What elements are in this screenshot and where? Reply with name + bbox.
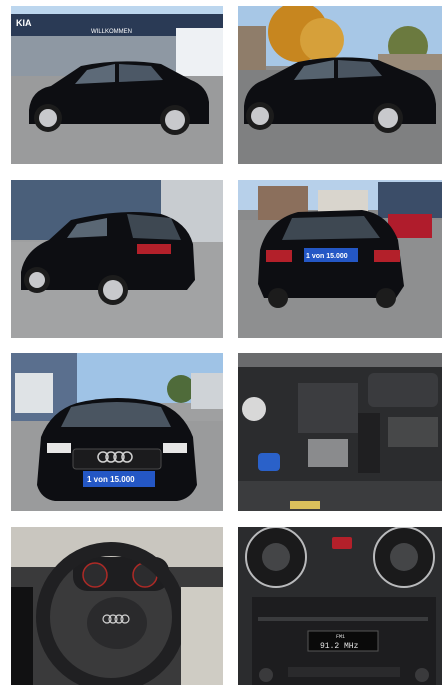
gallery-photo-5[interactable]: 1 von 15.000 — [11, 353, 223, 511]
car-side-left-photo: KIA WILLKOMMEN — [11, 6, 223, 164]
radio-band: FM1 — [336, 634, 345, 640]
dealer-banner: WILLKOMMEN — [91, 29, 132, 35]
gallery-photo-1[interactable]: KIA WILLKOMMEN — [11, 6, 223, 164]
center-console-photo: FM1 91.2 MHz — [238, 527, 442, 685]
dealer-sign: KIA — [16, 18, 32, 28]
license-plate-text: 1 von 15.000 — [306, 253, 348, 260]
gallery-photo-4[interactable]: 1 von 15.000 — [238, 180, 442, 338]
car-front-photo: 1 von 15.000 — [11, 353, 223, 511]
steering-wheel-photo — [11, 527, 223, 685]
car-rear-left-photo — [11, 180, 223, 338]
engine-bay-photo — [238, 353, 442, 511]
car-rear-photo: 1 von 15.000 — [238, 180, 442, 338]
gallery-photo-8[interactable]: FM1 91.2 MHz — [238, 527, 442, 685]
photo-gallery: KIA WILLKOMMEN 1 von 15.000 1 von 15.000… — [0, 0, 442, 685]
front-plate-text: 1 von 15.000 — [87, 475, 135, 484]
gallery-photo-2[interactable] — [238, 6, 442, 164]
gallery-photo-7[interactable] — [11, 527, 223, 685]
radio-frequency: 91.2 MHz — [320, 642, 359, 651]
gallery-photo-6[interactable] — [238, 353, 442, 511]
car-side-right-photo — [238, 6, 442, 164]
gallery-photo-3[interactable] — [11, 180, 223, 338]
